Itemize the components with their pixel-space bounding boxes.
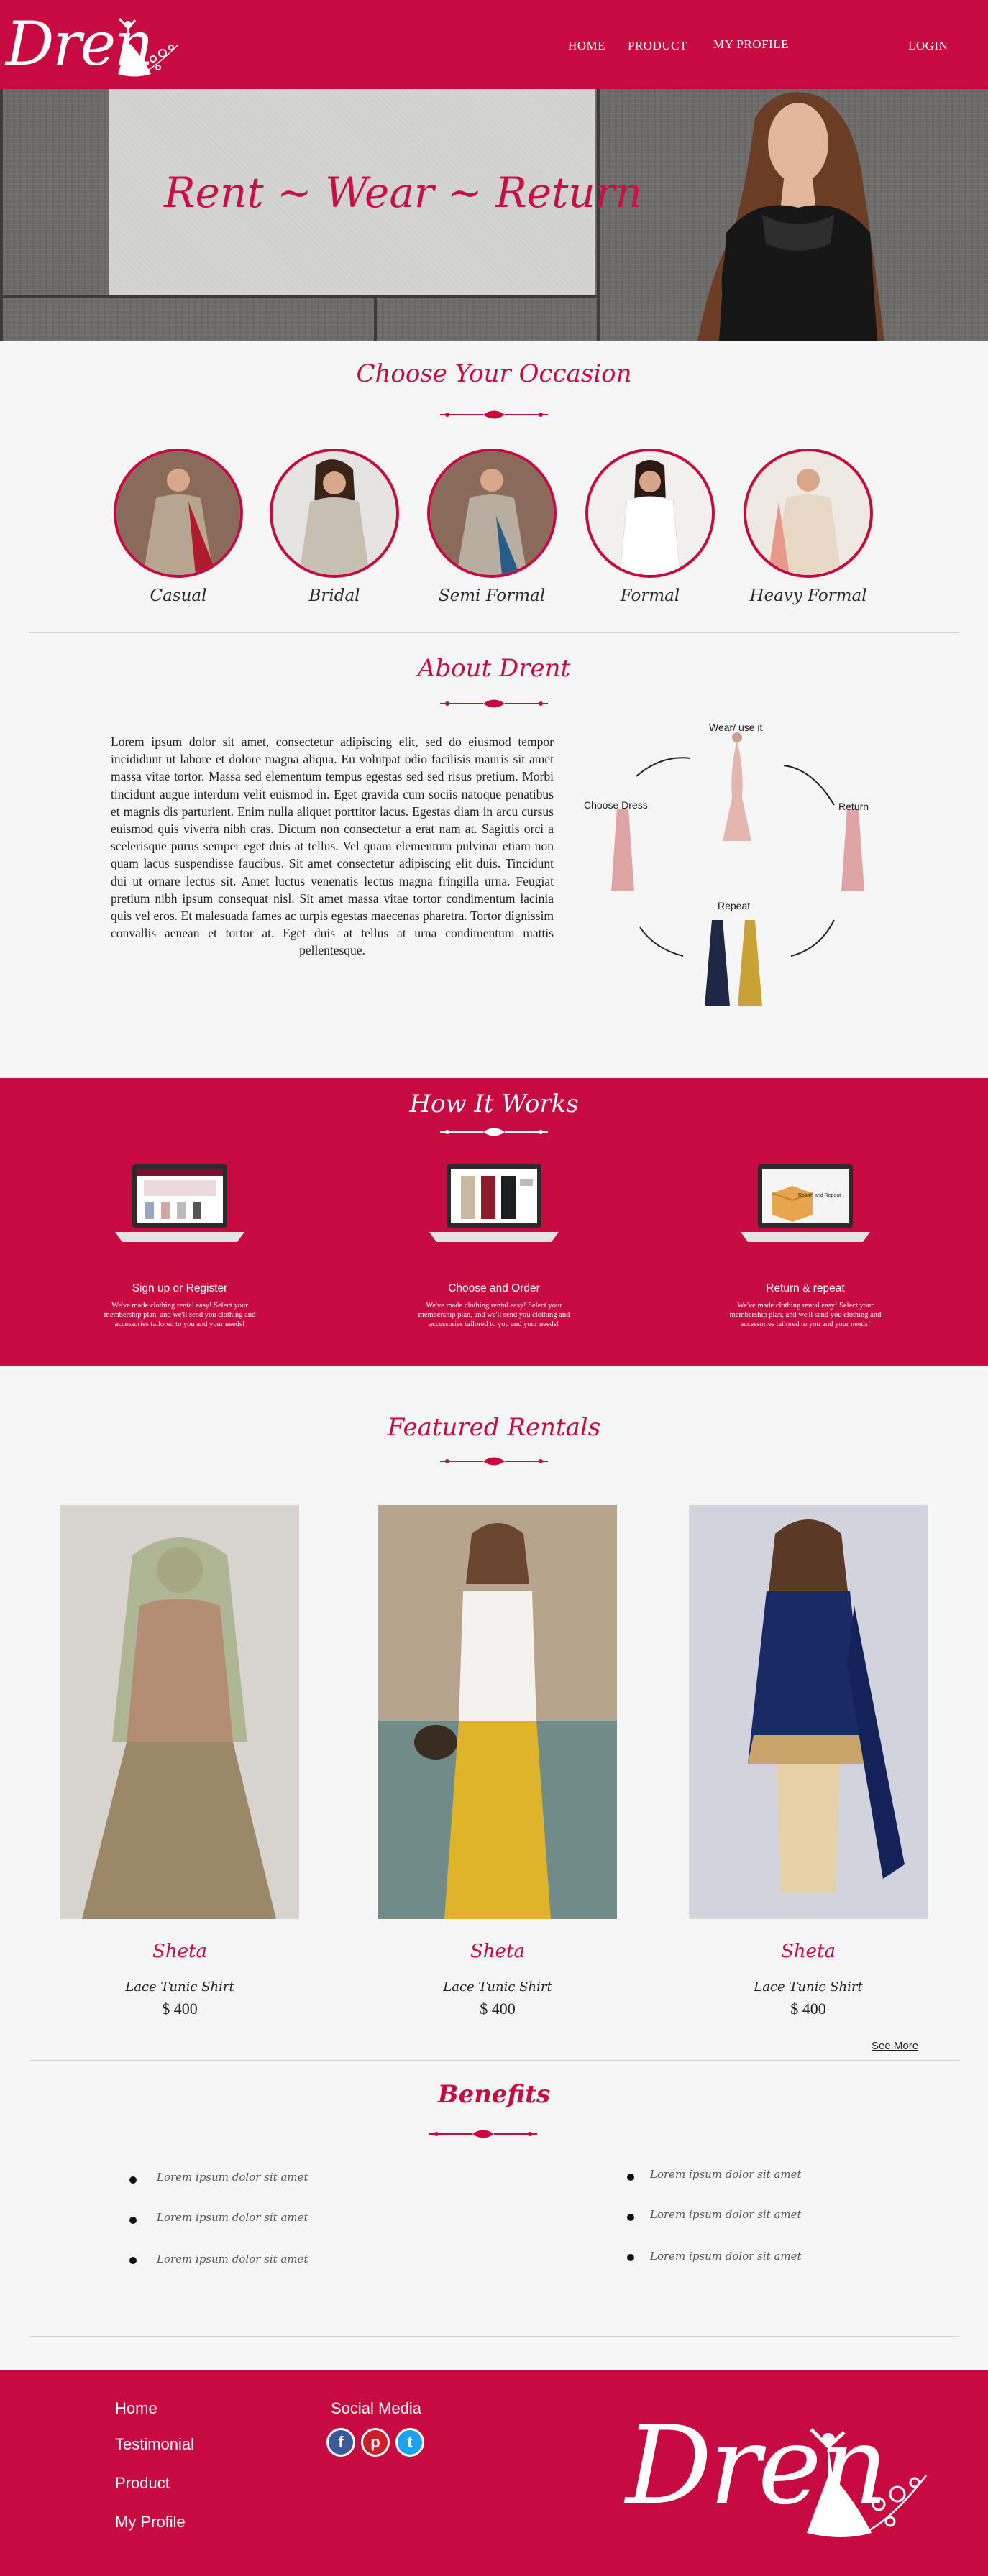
site-footer: Home Testimonial Product My Profile Soci… [0,2370,988,2576]
nav-product-link[interactable]: PRODUCT [628,39,687,53]
step-description: We've made clothing rental easy! Select … [104,1302,256,1328]
step-title: Sign up or Register [132,1282,228,1294]
featured-title: Featured Rentals [387,1413,601,1442]
featured-item-subtitle: Lace Tunic Shirt [125,1979,234,1995]
ornament-divider [429,2130,537,2138]
ornament-divider [440,410,548,419]
section-divider [29,2336,959,2337]
how-it-works-section: How It Works Sign up or Register We've m… [0,1078,988,1366]
benefit-item: Lorem ipsum dolor sit amet [157,2253,308,2266]
featured-item-subtitle: Lace Tunic Shirt [443,1979,552,1995]
about-title: About Drent [417,654,571,683]
twitter-icon[interactable]: t [395,2428,424,2457]
occasion-heavy-formal[interactable]: Heavy Formal [744,448,873,614]
section-divider [29,2060,959,2061]
occasion-label: Heavy Formal [749,586,867,605]
featured-item-name[interactable]: Sheta [60,1941,299,1962]
occasion-semi-formal[interactable]: Semi Formal [427,448,557,614]
occasion-image [114,448,243,578]
laptop-icon [429,1164,559,1242]
section-divider [29,632,959,633]
occasion-label: Bridal [308,586,360,605]
benefit-item: Lorem ipsum dolor sit amet [650,2250,802,2263]
benefit-item: Lorem ipsum dolor sit amet [650,2168,802,2181]
bullet-icon [129,2217,137,2224]
nav-profile-link[interactable]: MY PROFILE [713,37,789,52]
cycle-choose-label: Choose Dress [584,799,648,811]
nav-home-link[interactable]: HOME [568,39,605,53]
footer-link-home[interactable]: Home [115,2399,157,2418]
pinterest-icon[interactable]: p [361,2428,390,2457]
bullet-icon [129,2257,137,2264]
how-title: How It Works [409,1090,579,1118]
occasion-casual[interactable]: Casual [114,448,243,614]
footer-logo[interactable]: Dren [620,2396,936,2554]
footer-link-profile[interactable]: My Profile [115,2513,186,2531]
footer-link-testimonial[interactable]: Testimonial [115,2435,194,2454]
featured-image[interactable] [378,1505,617,1919]
social-media-title: Social Media [331,2399,421,2417]
step-title: Choose and Order [448,1282,540,1294]
occasion-image [427,448,557,578]
laptop-screen-label: Return and Repeat [798,1193,841,1198]
bullet-icon [627,2214,634,2221]
benefit-item: Lorem ipsum dolor sit amet [650,2208,802,2221]
step-description: We've made clothing rental easy! Select … [729,1302,882,1328]
ornament-divider [440,699,548,708]
laptop-icon [115,1164,244,1242]
site-header: Dren HOME PRODUCT MY PROFILE LOGIN [0,0,988,89]
site-logo[interactable]: Dren [6,6,179,83]
rental-cycle-diagram: Wear/ use it Choose Dress Return Repeat [575,712,899,1013]
benefits-title: Benefits [437,2080,551,2109]
featured-item-subtitle: Lace Tunic Shirt [754,1979,863,1995]
bullet-icon [627,2174,634,2181]
occasion-image [270,448,399,578]
featured-item-price: $ 400 [480,2000,516,2018]
how-step-signup: Sign up or Register We've made clothing … [93,1164,266,1351]
hero-slogan: Rent ~ Wear ~ Return [164,168,642,217]
featured-image[interactable] [60,1505,299,1919]
dancer-silhouette-icon [807,2428,927,2537]
see-more-link[interactable]: See More [872,2040,918,2052]
ornament-divider [440,1457,548,1466]
cycle-return-label: Return [838,801,869,812]
occasion-label: Casual [150,586,207,605]
cycle-repeat-label: Repeat [718,900,751,911]
benefit-item: Lorem ipsum dolor sit amet [157,2211,308,2224]
featured-item-name[interactable]: Sheta [378,1941,617,1962]
about-body: Lorem ipsum dolor sit amet, consectetur … [111,735,554,958]
featured-item-name[interactable]: Sheta [689,1941,928,1962]
benefit-item: Lorem ipsum dolor sit amet [157,2171,308,2184]
dancer-silhouette-icon [118,17,179,77]
occasion-image [744,448,873,578]
cycle-wear-label: Wear/ use it [709,722,763,733]
occasion-formal[interactable]: Formal [585,448,715,614]
occasion-image [585,448,715,578]
how-step-choose: Choose and Order We've made clothing ren… [408,1164,580,1351]
occasion-label: Semi Formal [438,586,546,605]
featured-image[interactable] [689,1505,928,1919]
footer-link-product[interactable]: Product [115,2474,170,2493]
nav-login-link[interactable]: LOGIN [908,39,948,53]
hero-banner: Rent ~ Wear ~ Return [0,89,988,341]
how-step-return: Return and Repeat Return & repeat We've … [719,1164,892,1351]
bullet-icon [129,2176,137,2184]
bullet-icon [627,2254,634,2261]
laptop-icon [741,1164,870,1242]
featured-item-price: $ 400 [790,2000,826,2018]
occasion-bridal[interactable]: Bridal [270,448,399,614]
ornament-divider [440,1128,548,1136]
occasions-title: Choose Your Occasion [356,359,632,388]
occasion-label: Formal [620,586,680,605]
step-title: Return & repeat [766,1282,845,1294]
featured-item-price: $ 400 [162,2000,198,2018]
facebook-icon[interactable]: f [326,2428,355,2457]
hero-model-image [697,92,884,341]
step-description: We've made clothing rental easy! Select … [418,1302,570,1328]
